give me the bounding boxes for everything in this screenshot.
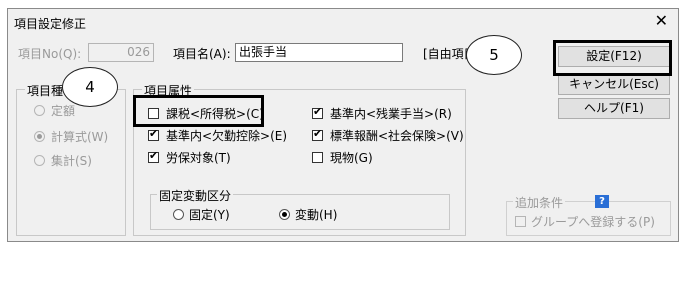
help-badge-icon[interactable]: ? bbox=[595, 195, 609, 208]
fixed-radio-label: 固定(Y) bbox=[189, 208, 230, 222]
in-kind-checkbox[interactable] bbox=[312, 152, 323, 163]
fixed-variable-legend: 固定変動区分 bbox=[157, 187, 234, 204]
variable-radio-label: 変動(H) bbox=[295, 208, 338, 222]
fixed-radio[interactable] bbox=[173, 209, 184, 220]
title-bar: 項目設定修正 ✕ bbox=[8, 9, 678, 35]
item-type-radio-fixed bbox=[34, 105, 45, 116]
standard-remuneration-checkbox[interactable] bbox=[312, 128, 323, 141]
item-type-radio-total bbox=[34, 155, 45, 166]
additional-condition-group: 追加条件 ? グループへ登録する(P) bbox=[506, 194, 671, 236]
overtime-base-checkbox[interactable] bbox=[312, 106, 323, 119]
group-register-checkbox bbox=[515, 216, 526, 227]
in-kind-label: 現物(G) bbox=[330, 151, 373, 165]
item-no-label: 項目No(Q): bbox=[18, 47, 82, 61]
labor-insurance-label: 労保対象(T) bbox=[166, 151, 231, 165]
standard-remuneration-label: 標準報酬<社会保険>(V) bbox=[330, 129, 464, 143]
help-button[interactable]: ヘルプ(F1) bbox=[558, 98, 670, 119]
overtime-base-label: 基準内<残業手当>(R) bbox=[330, 107, 452, 121]
item-name-label: 項目名(A): bbox=[173, 47, 231, 61]
item-type-legend: 項目種 bbox=[25, 82, 66, 99]
item-type-group: 項目種 定額 計算式(W) 集計(S) bbox=[16, 82, 126, 236]
fixed-variable-group: 固定変動区分 固定(Y) 変動(H) bbox=[150, 187, 450, 230]
item-type-label-formula: 計算式(W) bbox=[51, 130, 109, 144]
item-name-input[interactable]: 出張手当 bbox=[235, 43, 403, 62]
item-type-radio-formula bbox=[34, 131, 45, 142]
step5-highlight-box bbox=[553, 40, 672, 76]
step4-highlight-box bbox=[133, 95, 264, 127]
step5-bubble: 5 bbox=[466, 35, 522, 75]
item-type-label-fixed: 定額 bbox=[51, 104, 76, 118]
close-icon[interactable]: ✕ bbox=[655, 12, 668, 30]
item-no-field: 026 bbox=[88, 43, 154, 62]
dialog-title: 項目設定修正 bbox=[14, 17, 87, 31]
cancel-button[interactable]: キャンセル(Esc) bbox=[558, 74, 670, 95]
absence-base-checkbox[interactable] bbox=[148, 128, 159, 141]
step4-bubble: 4 bbox=[62, 67, 118, 107]
group-register-label: グループへ登録する(P) bbox=[531, 215, 655, 229]
item-type-label-total: 集計(S) bbox=[51, 154, 92, 168]
labor-insurance-checkbox[interactable] bbox=[148, 150, 159, 163]
additional-condition-legend: 追加条件 bbox=[513, 194, 566, 211]
variable-radio[interactable] bbox=[279, 209, 290, 220]
absence-base-label: 基準内<欠勤控除>(E) bbox=[166, 129, 288, 143]
